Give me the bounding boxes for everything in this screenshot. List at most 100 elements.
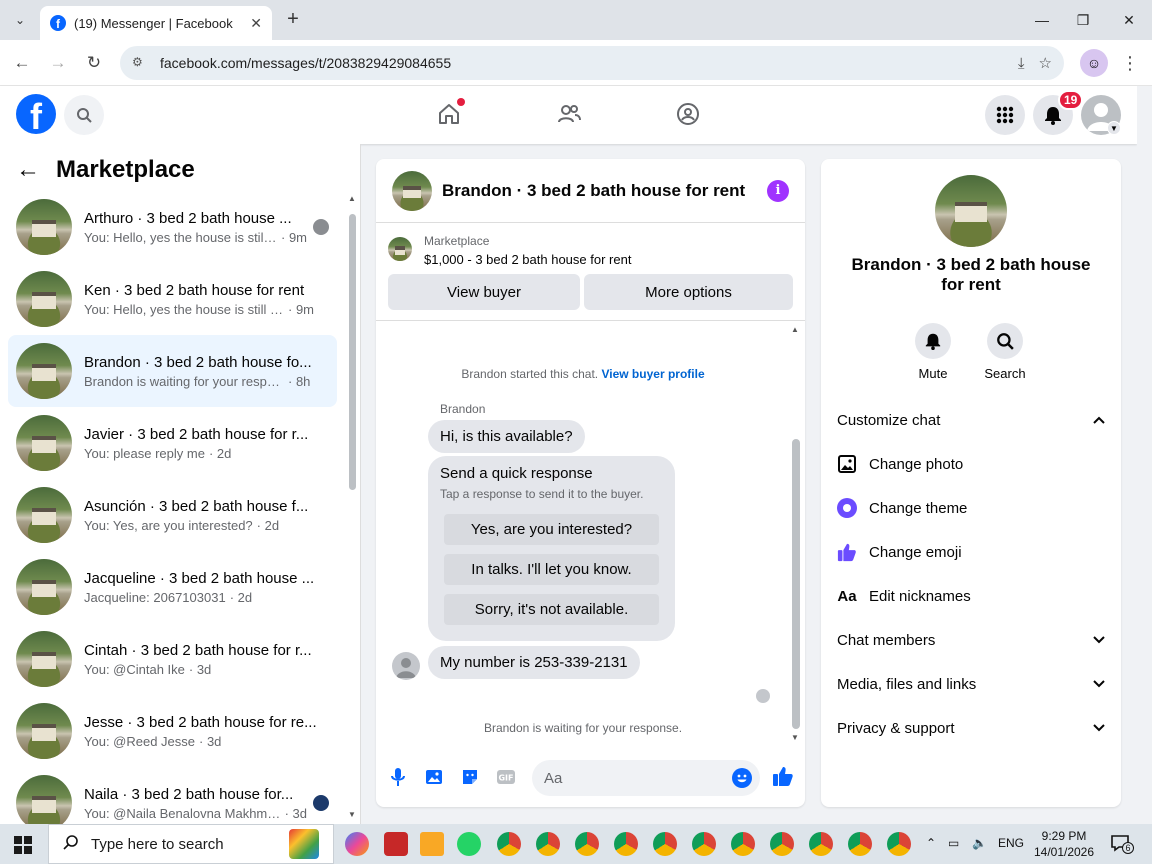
chat-title[interactable]: Brandon · 3 bed 2 bath house for rent [442,181,767,201]
info-icon[interactable]: i [767,179,789,202]
microphone-icon[interactable] [387,766,409,788]
taskbar-search-box[interactable]: Type here to search [48,824,334,864]
conversation-item[interactable]: Naila · 3 bed 2 bath house for... You: @… [8,767,337,824]
browser-menu-icon[interactable]: ⋮ [1120,51,1140,75]
chrome-icon[interactable] [536,832,560,856]
home-nav-icon[interactable] [435,98,465,128]
chat-scroll-down-arrow[interactable]: ▼ [791,733,799,742]
media-app-icon[interactable] [384,832,408,856]
chrome-icon[interactable] [614,832,638,856]
read-receipt-avatar [756,689,770,703]
change-emoji-item[interactable]: Change emoji [837,534,1105,570]
reload-icon[interactable]: ↻ [82,51,106,75]
network-icon[interactable]: ▭ [948,836,959,850]
conversation-item-active[interactable]: Brandon · 3 bed 2 bath house fo... Brand… [8,335,337,407]
forward-icon[interactable]: → [46,51,70,75]
bookmark-star-icon[interactable]: ☆ [1039,54,1052,72]
install-app-icon[interactable]: ⤓ [1018,55,1025,72]
chrome-icon[interactable] [497,832,521,856]
view-buyer-button[interactable]: View buyer [388,274,580,310]
message-input[interactable]: Aa [532,760,760,796]
notification-center-icon[interactable]: 6 [1110,834,1134,854]
facebook-search-button[interactable] [64,95,104,135]
conversation-item[interactable]: Jacqueline · 3 bed 2 bath house ... Jacq… [8,551,337,623]
sender-avatar[interactable] [392,652,420,680]
conversation-item[interactable]: Ken · 3 bed 2 bath house for rent You: H… [8,263,337,335]
groups-nav-icon[interactable] [674,100,702,128]
conversation-item[interactable]: Cintah · 3 bed 2 bath house for r... You… [8,623,337,695]
sticker-icon[interactable] [459,766,481,788]
chrome-icon[interactable] [770,832,794,856]
change-photo-item[interactable]: Change photo [837,446,1105,482]
mute-button[interactable]: Mute [903,323,963,381]
conversation-name: Jesse · 3 bed 2 bath house for re... [84,713,317,731]
browser-tab[interactable]: f (19) Messenger | Facebook ✕ [40,6,272,40]
minimize-button[interactable]: — [1030,8,1054,32]
whatsapp-icon[interactable] [457,832,481,856]
conversation-item[interactable]: Asunción · 3 bed 2 bath house f... You: … [8,479,337,551]
view-buyer-profile-link[interactable]: View buyer profile [601,367,704,381]
file-explorer-icon[interactable] [420,832,444,856]
copilot-icon[interactable] [345,832,369,856]
account-chevron-down-icon[interactable]: ▼ [1107,121,1121,135]
chrome-icon[interactable] [575,832,599,856]
back-icon[interactable]: ← [10,51,34,75]
url-text[interactable]: facebook.com/messages/t/2083829429084655 [160,55,1004,71]
quick-reply-button[interactable]: Yes, are you interested? [444,514,659,545]
maximize-button[interactable]: ❐ [1071,8,1095,32]
quick-reply-button[interactable]: Sorry, it's not available. [444,594,659,625]
page-scrollbar[interactable] [1137,86,1152,824]
search-in-chat-button[interactable]: Search [975,323,1035,381]
like-thumb-icon[interactable] [771,764,795,788]
chrome-icon[interactable] [731,832,755,856]
more-options-button[interactable]: More options [584,274,793,310]
facebook-logo-icon[interactable]: f [16,94,56,134]
window-close-button[interactable]: ✕ [1117,8,1141,32]
taskbar-clock[interactable]: 9:29 PM 14/01/2026 [1032,828,1096,860]
conversation-item[interactable]: Arthuro · 3 bed 2 bath house ... You: He… [8,191,337,263]
scroll-up-arrow[interactable]: ▲ [348,194,356,203]
conversation-item[interactable]: Javier · 3 bed 2 bath house for r... You… [8,407,337,479]
photo-icon[interactable] [423,766,445,788]
sidebar-scrollbar[interactable] [347,208,357,490]
tab-close-icon[interactable]: ✕ [250,15,262,32]
chrome-icon[interactable] [848,832,872,856]
conversation-preview: Brandon is waiting for your respon... [84,373,284,389]
chrome-icon[interactable] [692,832,716,856]
scroll-down-arrow[interactable]: ▼ [348,810,356,819]
gif-icon[interactable]: GIF [495,766,517,788]
media-files-section[interactable]: Media, files and links [837,666,1105,702]
message-bubble[interactable]: Hi, is this available? [428,420,585,453]
new-tab-button[interactable]: + [282,8,304,30]
back-arrow-icon[interactable]: ← [16,156,40,184]
windows-start-icon[interactable] [14,836,32,854]
friends-nav-icon[interactable] [555,100,583,128]
language-indicator[interactable]: ENG [998,836,1024,850]
edit-nicknames-item[interactable]: Aa Edit nicknames [837,578,1105,614]
quick-reply-button[interactable]: In talks. I'll let you know. [444,554,659,585]
tab-search-icon[interactable]: ⌄ [8,8,32,32]
conversation-avatar [16,703,72,759]
tray-chevron-up-icon[interactable]: ⌃ [926,836,936,850]
volume-icon[interactable]: 🔈 [972,836,987,850]
site-info-icon[interactable]: ⚙ [132,55,148,71]
conversation-item[interactable]: Jesse · 3 bed 2 bath house for re... You… [8,695,337,767]
chat-scrollbar[interactable] [790,323,802,743]
nickname-icon: Aa [837,587,857,605]
info-avatar[interactable] [935,175,1007,247]
chat-avatar[interactable] [392,170,432,211]
chrome-icon[interactable] [887,832,911,856]
listing-price[interactable]: $1,000 - 3 bed 2 bath house for rent [424,252,631,267]
chrome-icon[interactable] [809,832,833,856]
message-bubble[interactable]: My number is 253-339-2131 [428,646,640,679]
chrome-icon[interactable] [653,832,677,856]
listing-thumbnail[interactable] [388,237,412,261]
chat-members-section[interactable]: Chat members [837,622,1105,658]
customize-chat-section[interactable]: Customize chat [837,402,1105,438]
change-theme-item[interactable]: Change theme [837,490,1105,526]
emoji-icon[interactable] [732,768,752,788]
menu-grid-button[interactable] [985,95,1025,135]
address-bar[interactable]: ⚙ facebook.com/messages/t/20838294290846… [120,46,1064,80]
privacy-support-section[interactable]: Privacy & support [837,710,1105,746]
browser-profile-icon[interactable]: ☺ [1080,49,1108,77]
